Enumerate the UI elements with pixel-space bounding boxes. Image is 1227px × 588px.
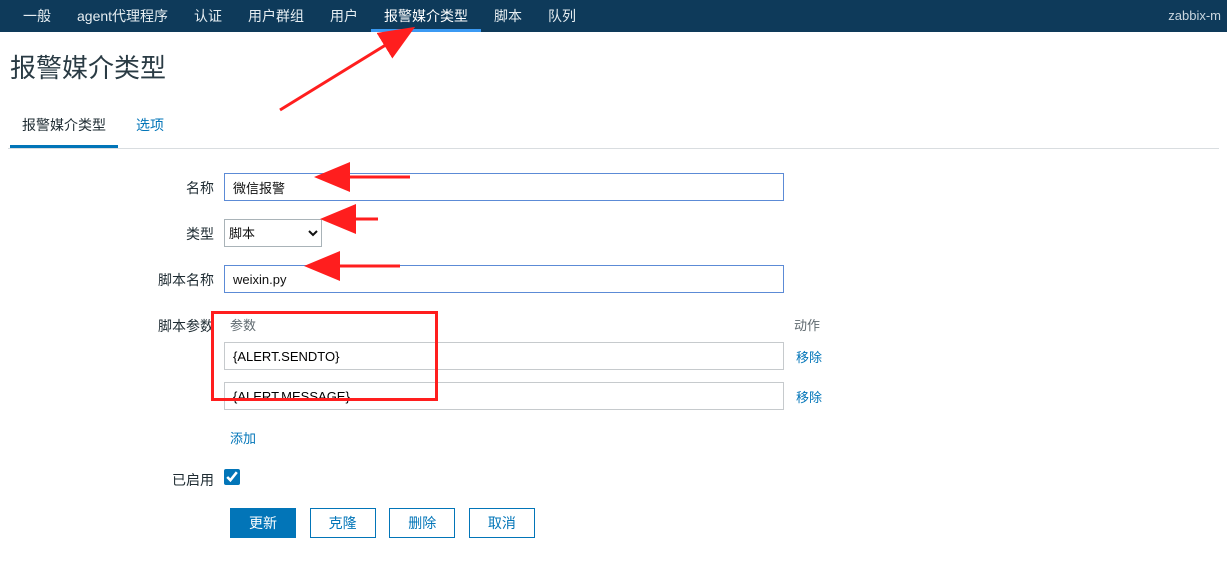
nav-item-scripts[interactable]: 脚本 <box>481 0 535 32</box>
top-nav: 一般 agent代理程序 认证 用户群组 用户 报警媒介类型 脚本 队列 zab… <box>0 0 1227 32</box>
clone-button[interactable]: 克隆 <box>310 508 376 538</box>
type-select[interactable]: 脚本 <box>224 219 322 247</box>
script-params-table: 参数 动作 移除 移除 添加 <box>224 311 844 447</box>
nav-item-usergroups[interactable]: 用户群组 <box>235 0 317 32</box>
nav-host-label: zabbix-m <box>1168 0 1221 32</box>
cancel-button[interactable]: 取消 <box>469 508 535 538</box>
content-card: 报警媒介类型 选项 名称 类型 脚本 脚本名称 脚本参数 <box>8 107 1219 568</box>
param-remove-1[interactable]: 移除 <box>784 387 834 406</box>
enabled-checkbox[interactable] <box>224 469 240 485</box>
nav-item-auth[interactable]: 认证 <box>181 0 235 32</box>
param-add-link[interactable]: 添加 <box>224 428 256 447</box>
nav-item-agent[interactable]: agent代理程序 <box>64 0 181 32</box>
script-params-label: 脚本参数 <box>8 311 224 336</box>
subtab-options[interactable]: 选项 <box>124 107 176 148</box>
nav-item-queue[interactable]: 队列 <box>535 0 589 32</box>
delete-button[interactable]: 删除 <box>389 508 455 538</box>
params-head-action: 动作 <box>794 315 844 334</box>
form-buttons: 更新 克隆 删除 取消 <box>8 508 1219 538</box>
mediatype-form: 名称 类型 脚本 脚本名称 脚本参数 参数 <box>8 149 1219 568</box>
page-title: 报警媒介类型 <box>0 32 1227 107</box>
nav-item-mediatypes[interactable]: 报警媒介类型 <box>371 0 481 32</box>
param-row: 移除 <box>224 342 844 370</box>
param-input-0[interactable] <box>224 342 784 370</box>
script-name-input[interactable] <box>224 265 784 293</box>
subtabs: 报警媒介类型 选项 <box>8 107 1219 149</box>
type-label: 类型 <box>8 219 224 244</box>
script-name-label: 脚本名称 <box>8 265 224 290</box>
params-head-param: 参数 <box>224 315 794 334</box>
nav-item-users[interactable]: 用户 <box>317 0 371 32</box>
enabled-label: 已启用 <box>8 465 224 490</box>
name-input[interactable] <box>224 173 784 201</box>
param-remove-0[interactable]: 移除 <box>784 347 834 366</box>
update-button[interactable]: 更新 <box>230 508 296 538</box>
subtab-mediatype[interactable]: 报警媒介类型 <box>10 107 118 148</box>
name-label: 名称 <box>8 173 224 198</box>
param-row: 移除 <box>224 382 844 410</box>
param-input-1[interactable] <box>224 382 784 410</box>
nav-item-general[interactable]: 一般 <box>10 0 64 32</box>
